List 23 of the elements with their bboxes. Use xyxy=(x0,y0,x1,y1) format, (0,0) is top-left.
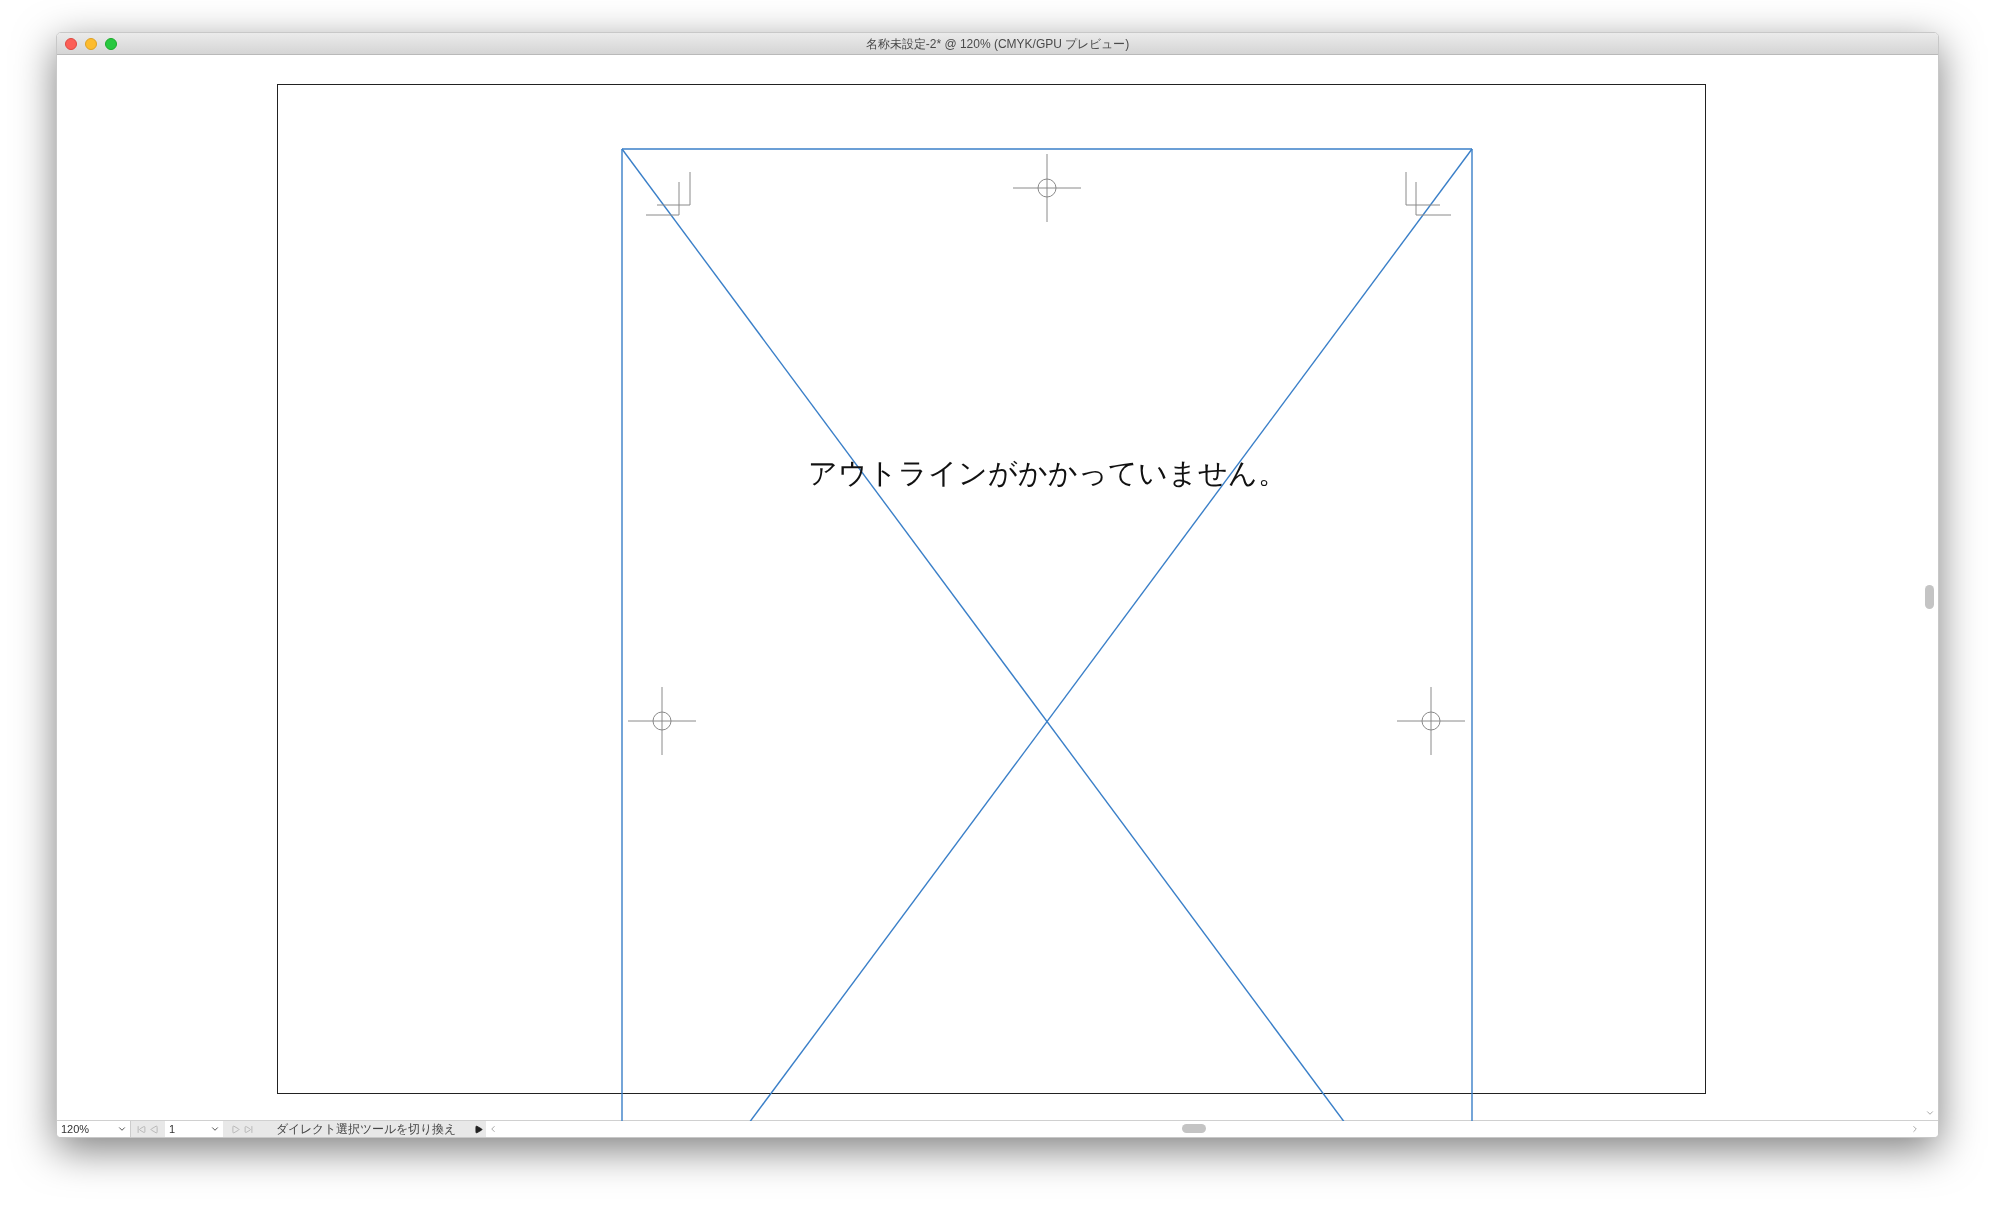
next-page-icon[interactable] xyxy=(231,1124,240,1134)
first-page-icon[interactable] xyxy=(137,1124,146,1134)
previous-page-icon[interactable] xyxy=(150,1124,159,1134)
registration-mark xyxy=(1396,686,1466,756)
status-text: ダイレクト選択ツールを切り換え xyxy=(275,1123,457,1135)
close-button[interactable] xyxy=(65,37,77,50)
minimize-button[interactable] xyxy=(85,37,97,50)
canvas-text: アウトラインがかかっていません。 xyxy=(807,456,1287,492)
dropdown-icon[interactable] xyxy=(210,1124,220,1134)
window-title: 名称未設定-2* @ 120% (CMYK/GPU プレビュー) xyxy=(865,35,1130,53)
scroll-left-icon[interactable] xyxy=(488,1124,498,1134)
zoom-field[interactable]: 120% xyxy=(57,1121,131,1137)
page-field[interactable]: 1 xyxy=(165,1121,223,1137)
play-icon[interactable] xyxy=(474,1124,483,1134)
registration-mark xyxy=(627,686,697,756)
registration-mark xyxy=(1012,153,1082,223)
last-page-icon[interactable] xyxy=(244,1124,253,1134)
zoom-button[interactable] xyxy=(105,37,117,50)
horizontal-scroll-thumb[interactable] xyxy=(1182,1124,1206,1133)
scroll-down-icon[interactable] xyxy=(1925,1108,1935,1118)
scroll-right-icon[interactable] xyxy=(1910,1124,1920,1134)
vertical-scroll-thumb[interactable] xyxy=(1925,585,1934,609)
dropdown-icon[interactable] xyxy=(117,1124,127,1134)
